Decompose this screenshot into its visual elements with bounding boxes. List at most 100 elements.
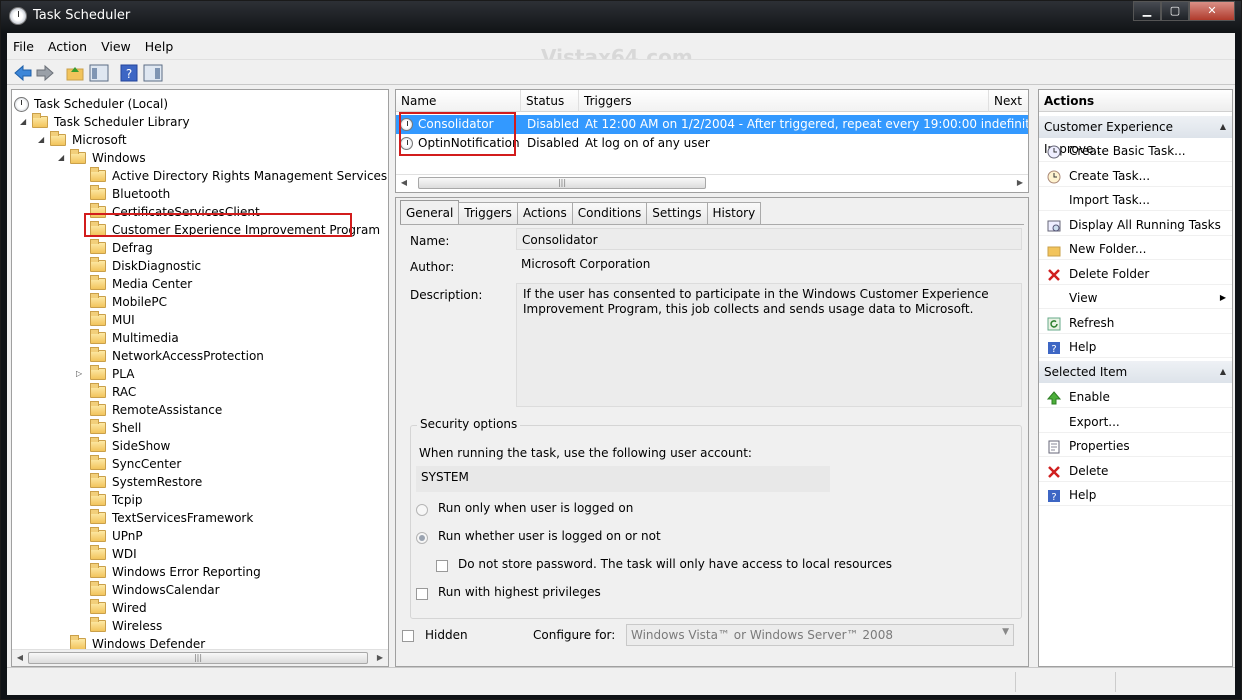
- close-button[interactable]: ✕: [1189, 1, 1235, 21]
- tree-item[interactable]: Bluetooth: [90, 185, 170, 203]
- tree-item[interactable]: RAC: [90, 383, 136, 401]
- tree-item[interactable]: Multimedia: [90, 329, 179, 347]
- expander-icon[interactable]: ◢: [38, 135, 44, 144]
- column-next-run[interactable]: Next R: [989, 90, 1028, 112]
- actions-section-folder[interactable]: Customer Experience Improve... ▲: [1039, 116, 1232, 156]
- up-folder-icon[interactable]: [65, 63, 85, 83]
- tree-item[interactable]: SideShow: [90, 437, 170, 455]
- scroll-right-icon[interactable]: ▶: [1012, 175, 1028, 191]
- account-prompt: When running the task, use the following…: [419, 446, 752, 460]
- forward-arrow-icon[interactable]: [35, 63, 55, 83]
- menu-file[interactable]: File: [13, 39, 34, 54]
- tree-item[interactable]: Media Center: [90, 275, 192, 293]
- back-arrow-icon[interactable]: [13, 63, 33, 83]
- tab-general[interactable]: General: [400, 200, 460, 224]
- action-item[interactable]: Create Task...: [1039, 165, 1232, 187]
- column-triggers[interactable]: Triggers: [579, 90, 989, 112]
- tree-item[interactable]: Tcpip: [90, 491, 142, 509]
- tree-item-root[interactable]: Task Scheduler (Local): [14, 95, 168, 113]
- tree-item[interactable]: Defrag: [90, 239, 153, 257]
- action-item[interactable]: Refresh: [1039, 312, 1232, 334]
- scroll-thumb[interactable]: |||: [28, 652, 368, 664]
- expander-icon[interactable]: ▷: [76, 369, 82, 378]
- menu-view[interactable]: View: [101, 39, 131, 54]
- actions-section-selected-item[interactable]: Selected Item ▲: [1039, 361, 1232, 383]
- action-item[interactable]: Delete: [1039, 460, 1232, 482]
- tab-history[interactable]: History: [706, 202, 762, 224]
- radio-logged-on[interactable]: [416, 504, 428, 516]
- tab-actions[interactable]: Actions: [516, 202, 573, 224]
- author-field[interactable]: Microsoft Corporation: [516, 253, 1022, 275]
- expander-icon[interactable]: ◢: [58, 153, 64, 162]
- expander-icon[interactable]: ◢: [20, 117, 26, 126]
- action-item[interactable]: ? Help: [1039, 336, 1232, 358]
- tree-item[interactable]: WDI: [90, 545, 137, 563]
- tree-item[interactable]: UPnP: [90, 527, 143, 545]
- radio-whether-logged-on[interactable]: [416, 532, 428, 544]
- toolbar: ?: [7, 59, 1235, 85]
- scroll-thumb[interactable]: |||: [418, 177, 706, 189]
- tree-item-library[interactable]: Task Scheduler Library: [32, 113, 190, 131]
- action-item[interactable]: Export...: [1039, 411, 1232, 433]
- tree-item[interactable]: MobilePC: [90, 293, 167, 311]
- tree-item[interactable]: SystemRestore: [90, 473, 202, 491]
- action-item[interactable]: ? Help: [1039, 484, 1232, 506]
- tree-item[interactable]: WindowsCalendar: [90, 581, 220, 599]
- title-bar[interactable]: Task Scheduler ▁ ▢ ✕: [1, 1, 1241, 33]
- tab-settings[interactable]: Settings: [646, 202, 708, 224]
- create-basic-task-icon: [1047, 144, 1061, 159]
- minimize-button[interactable]: ▁: [1133, 1, 1161, 21]
- description-label: Description:: [410, 288, 483, 302]
- tree-item[interactable]: PLA: [90, 365, 134, 383]
- action-item[interactable]: Enable: [1039, 386, 1232, 408]
- new-folder-icon: [1047, 242, 1061, 257]
- menu-help[interactable]: Help: [145, 39, 174, 54]
- tree-item[interactable]: Wired: [90, 599, 147, 617]
- column-name[interactable]: Name: [396, 90, 521, 112]
- action-item[interactable]: Properties: [1039, 435, 1232, 457]
- tree-item[interactable]: SyncCenter: [90, 455, 181, 473]
- tree-item[interactable]: RemoteAssistance: [90, 401, 222, 419]
- tree-item[interactable]: Wireless: [90, 617, 162, 635]
- tree-scrollbar[interactable]: ◀ ||| ▶: [12, 649, 388, 666]
- collapse-icon[interactable]: ▲: [1220, 116, 1226, 138]
- user-account-field[interactable]: SYSTEM: [416, 466, 830, 492]
- tab-triggers[interactable]: Triggers: [458, 202, 518, 224]
- no-password-checkbox[interactable]: [436, 560, 448, 572]
- tree-item[interactable]: Active Directory Rights Management Servi…: [90, 167, 388, 185]
- tree-item[interactable]: Windows Error Reporting: [90, 563, 261, 581]
- scroll-left-icon[interactable]: ◀: [12, 650, 28, 666]
- maximize-button[interactable]: ▢: [1161, 1, 1189, 21]
- action-item[interactable]: Create Basic Task...: [1039, 140, 1232, 162]
- action-item[interactable]: Display All Running Tasks: [1039, 214, 1232, 236]
- description-field[interactable]: If the user has consented to participate…: [516, 283, 1022, 407]
- help-icon[interactable]: ?: [119, 63, 139, 83]
- scroll-right-icon[interactable]: ▶: [372, 650, 388, 666]
- action-item[interactable]: Import Task...: [1039, 189, 1232, 211]
- name-field[interactable]: Consolidator: [516, 228, 1022, 250]
- collapse-icon[interactable]: ▲: [1220, 361, 1226, 383]
- folder-icon: [90, 239, 106, 254]
- highest-privileges-checkbox[interactable]: [416, 588, 428, 600]
- column-status[interactable]: Status: [521, 90, 579, 112]
- tree-item[interactable]: Shell: [90, 419, 141, 437]
- general-tab-panel: Name: Consolidator Author: Microsoft Cor…: [400, 224, 1024, 664]
- configure-for-dropdown[interactable]: Windows Vista™ or Windows Server™ 2008 ▼: [626, 624, 1014, 646]
- action-item[interactable]: New Folder...: [1039, 238, 1232, 260]
- menu-action[interactable]: Action: [48, 39, 87, 54]
- show-hide-action-pane-icon[interactable]: [143, 63, 163, 83]
- tree-item-windows[interactable]: Windows: [70, 149, 146, 167]
- scroll-left-icon[interactable]: ◀: [396, 175, 412, 191]
- list-scrollbar[interactable]: ◀ ||| ▶: [396, 174, 1028, 191]
- tab-conditions[interactable]: Conditions: [571, 202, 648, 224]
- hidden-checkbox[interactable]: [402, 630, 414, 642]
- action-item[interactable]: View ▶: [1039, 287, 1232, 309]
- tree-item[interactable]: DiskDiagnostic: [90, 257, 201, 275]
- tree-item[interactable]: NetworkAccessProtection: [90, 347, 264, 365]
- show-hide-tree-icon[interactable]: [89, 63, 109, 83]
- tree-item-microsoft[interactable]: Microsoft: [50, 131, 127, 149]
- tree-item[interactable]: TextServicesFramework: [90, 509, 253, 527]
- tree-item[interactable]: MUI: [90, 311, 135, 329]
- action-item[interactable]: Delete Folder: [1039, 263, 1232, 285]
- folder-icon: [90, 185, 106, 200]
